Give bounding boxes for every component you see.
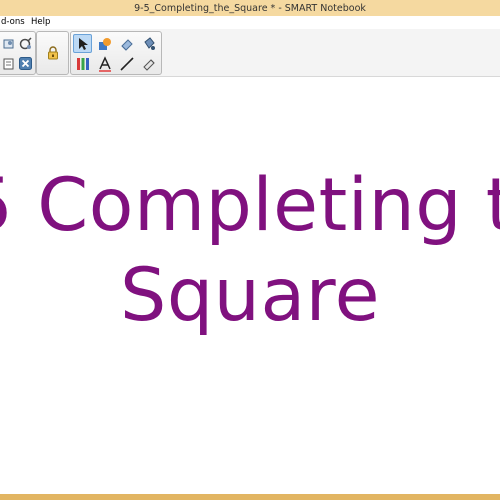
slide-title-line-2: Square	[120, 253, 380, 338]
whiteboard-canvas[interactable]: 9-5 Completing the Square	[0, 77, 500, 494]
menu-bar: d-ons Help	[0, 16, 500, 29]
delete-icon[interactable]	[16, 54, 35, 73]
toolbar	[0, 29, 500, 77]
toolbar-group-tools	[70, 31, 162, 75]
menu-add-ons[interactable]: d-ons	[1, 17, 25, 27]
line-icon[interactable]	[117, 54, 136, 73]
window-bottom-border	[0, 494, 500, 500]
toolbar-group-page	[0, 31, 36, 75]
gallery-icon[interactable]	[16, 34, 35, 53]
window-title: 9-5_Completing_the_Square * - SMART Note…	[134, 2, 366, 14]
slide-title-line-1: 9-5 Completing the	[0, 163, 500, 248]
menu-help[interactable]: Help	[31, 17, 50, 27]
lock-icon[interactable]	[43, 43, 62, 62]
shapes-icon[interactable]	[95, 34, 114, 53]
slide-title: 9-5 Completing the Square	[0, 161, 500, 341]
magic-pen-icon[interactable]	[139, 54, 158, 73]
window-titlebar[interactable]: 9-5_Completing_the_Square * - SMART Note…	[0, 0, 500, 17]
text-icon[interactable]	[95, 54, 114, 73]
eraser-icon[interactable]	[117, 34, 136, 53]
pens-icon[interactable]	[73, 54, 92, 73]
fill-icon[interactable]	[139, 34, 158, 53]
select-icon[interactable]	[73, 34, 92, 53]
toolbar-group-lock	[36, 31, 69, 75]
